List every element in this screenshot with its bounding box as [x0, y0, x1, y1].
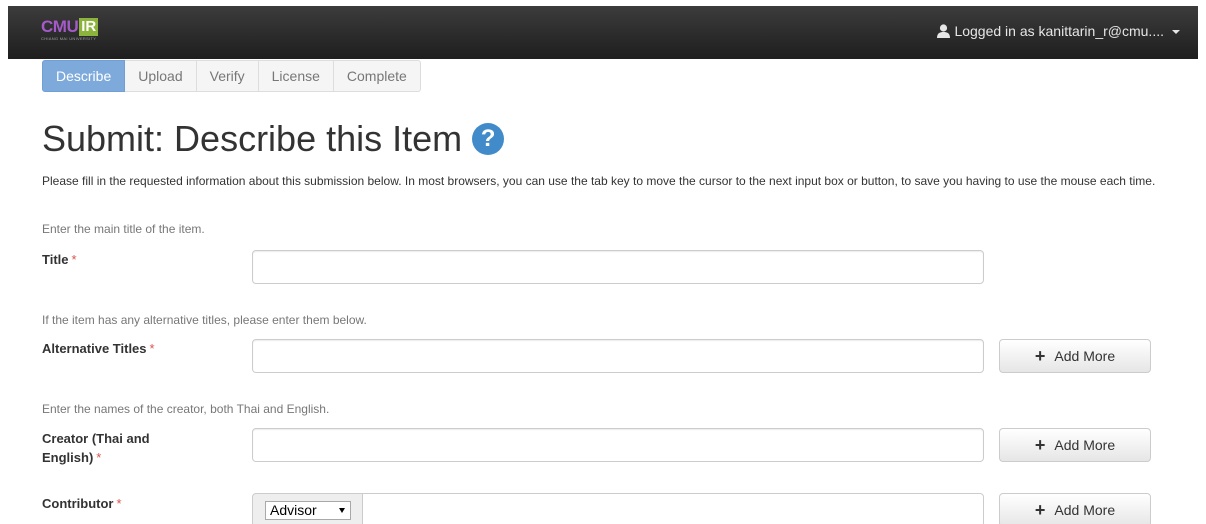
- caret-down-icon: [339, 507, 345, 513]
- top-navbar: CMU IR CHIANG MAI UNIVERSITY Logged in a…: [8, 6, 1198, 59]
- creator-label: Creator (Thai and English) *: [42, 429, 150, 467]
- contributor-role-addon: Advisor: [252, 493, 363, 524]
- step-license[interactable]: License: [258, 60, 334, 92]
- plus-icon: +: [1034, 435, 1046, 455]
- title-label-text: Title: [42, 252, 69, 267]
- title-input[interactable]: [252, 250, 984, 284]
- title-hint: Enter the main title of the item.: [42, 222, 205, 236]
- required-marker: *: [96, 450, 102, 465]
- contributor-input[interactable]: [363, 493, 984, 524]
- title-label: Title *: [42, 250, 77, 269]
- contributor-label-text: Contributor: [42, 496, 114, 511]
- page-title: Submit: Describe this Item ?: [42, 118, 505, 160]
- contributor-label: Contributor *: [42, 494, 122, 513]
- question-circle-icon[interactable]: ?: [472, 123, 505, 155]
- caret-down-icon: [1172, 30, 1180, 34]
- step-upload[interactable]: Upload: [125, 60, 197, 92]
- required-marker: *: [116, 496, 122, 511]
- alt-titles-label: Alternative Titles *: [42, 339, 155, 358]
- alt-titles-hint: If the item has any alternative titles, …: [42, 313, 367, 327]
- creator-label-line2: English): [42, 450, 94, 465]
- contributor-input-group: Advisor: [252, 493, 984, 524]
- user-menu-dropdown[interactable]: Logged in as kanittarin_r@cmu....: [937, 23, 1180, 39]
- creator-hint: Enter the names of the creator, both Tha…: [42, 402, 330, 416]
- step-complete[interactable]: Complete: [333, 60, 421, 92]
- logo-subtitle: CHIANG MAI UNIVERSITY: [41, 36, 97, 41]
- cmuir-logo[interactable]: CMU IR CHIANG MAI UNIVERSITY: [41, 17, 99, 46]
- plus-icon: +: [1034, 346, 1046, 366]
- plus-icon: +: [1034, 500, 1046, 520]
- intro-text: Please fill in the requested information…: [42, 174, 1156, 188]
- step-describe[interactable]: Describe: [42, 60, 126, 92]
- creator-label-line1: Creator (Thai and: [42, 431, 150, 446]
- creator-input[interactable]: [252, 428, 984, 462]
- user-icon: [937, 24, 951, 38]
- page-title-text: Submit: Describe this Item: [42, 118, 463, 159]
- contributor-role-value: Advisor: [270, 502, 317, 518]
- required-marker: *: [149, 341, 155, 356]
- alt-titles-add-more-button[interactable]: + Add More: [999, 339, 1151, 373]
- step-verify[interactable]: Verify: [196, 60, 259, 92]
- required-marker: *: [71, 252, 77, 267]
- logo-ir-text: IR: [79, 18, 99, 36]
- add-more-label: Add More: [1054, 348, 1116, 364]
- creator-add-more-button[interactable]: + Add More: [999, 428, 1151, 462]
- add-more-label: Add More: [1054, 437, 1116, 453]
- logged-in-label: Logged in as kanittarin_r@cmu....: [954, 23, 1164, 39]
- contributor-add-more-button[interactable]: + Add More: [999, 493, 1151, 524]
- submission-steps: Describe Upload Verify License Complete: [42, 60, 421, 92]
- add-more-label: Add More: [1054, 502, 1116, 518]
- logo-cmu-text: CMU: [41, 17, 79, 36]
- alt-titles-label-text: Alternative Titles: [42, 341, 147, 356]
- contributor-role-select[interactable]: Advisor: [265, 500, 351, 520]
- alt-titles-input[interactable]: [252, 339, 984, 373]
